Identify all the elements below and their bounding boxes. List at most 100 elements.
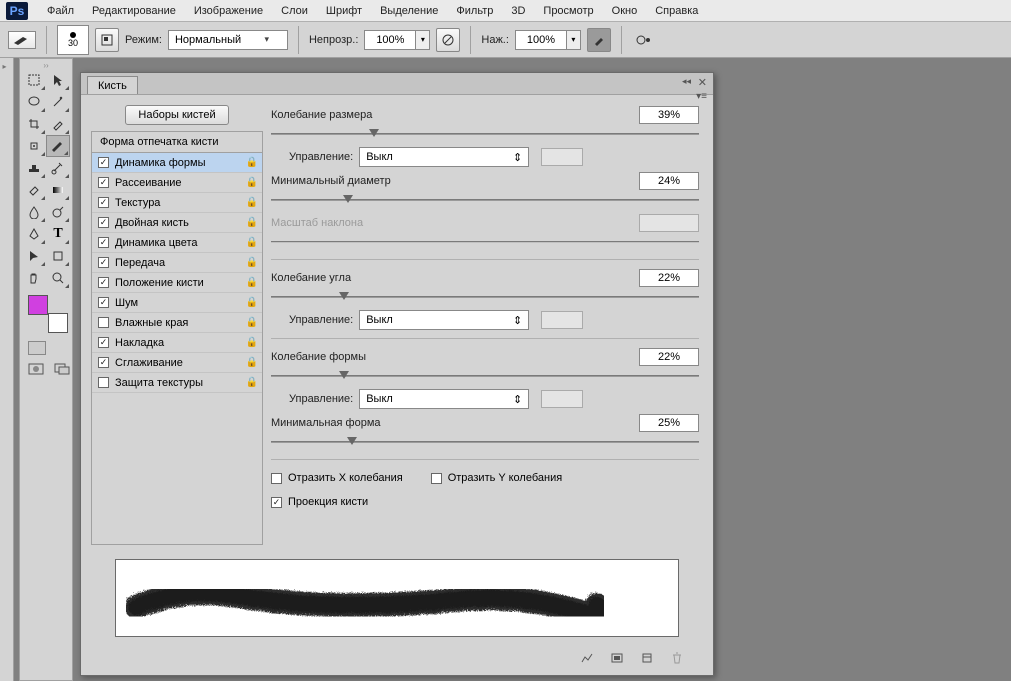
menu-layers[interactable]: Слои [272,2,317,20]
panel-menu-icon[interactable]: ▾≡ [696,91,707,102]
lock-icon[interactable]: 🔒 [246,357,258,368]
attr-row-11[interactable]: Защита текстуры🔒 [92,373,262,393]
tool-lasso[interactable] [22,91,46,113]
tool-pen[interactable] [22,223,46,245]
brush-panel-toggle[interactable] [95,28,119,52]
quickmask-icon[interactable] [28,363,44,375]
airbrush-icon[interactable] [587,28,611,52]
lock-icon[interactable]: 🔒 [246,377,258,388]
attr-checkbox[interactable] [98,357,109,368]
opacity-dropdown[interactable]: ▾ [416,30,430,50]
pressure-opacity-icon[interactable] [436,28,460,52]
menu-filter[interactable]: Фильтр [447,2,502,20]
menu-image[interactable]: Изображение [185,2,272,20]
attr-checkbox[interactable] [98,297,109,308]
tool-path-select[interactable] [22,245,46,267]
flow-dropdown[interactable]: ▾ [567,30,581,50]
lock-icon[interactable]: 🔒 [246,177,258,188]
attr-row-3[interactable]: Двойная кисть🔒 [92,213,262,233]
attr-row-8[interactable]: Влажные края🔒 [92,313,262,333]
menu-type[interactable]: Шрифт [317,2,371,20]
trash-icon[interactable] [669,651,685,665]
attr-checkbox[interactable] [98,177,109,188]
attr-row-4[interactable]: Динамика цвета🔒 [92,233,262,253]
attr-row-5[interactable]: Передача🔒 [92,253,262,273]
brush-projection-box[interactable] [271,497,282,508]
lock-icon[interactable]: 🔒 [246,337,258,348]
min-roundness-slider[interactable] [271,437,699,449]
menu-select[interactable]: Выделение [371,2,447,20]
brush-tip-shape-button[interactable]: Форма отпечатка кисти [91,131,263,152]
menu-edit[interactable]: Редактирование [83,2,185,20]
brush-presets-button[interactable]: Наборы кистей [125,105,228,125]
size-jitter-slider[interactable] [271,129,699,141]
tool-history-brush[interactable] [46,157,70,179]
control3-select[interactable]: Выкл⇕ [359,389,529,409]
attr-checkbox[interactable] [98,237,109,248]
brush-preset-picker[interactable]: 30 [57,25,89,55]
attr-row-1[interactable]: Рассеивание🔒 [92,173,262,193]
flip-x-box[interactable] [271,473,282,484]
attr-checkbox[interactable] [98,277,109,288]
roundness-jitter-input[interactable]: 22% [639,348,699,366]
foreground-color[interactable] [28,295,48,315]
lock-icon[interactable]: 🔒 [246,157,258,168]
attr-checkbox[interactable] [98,197,109,208]
tool-crop[interactable] [22,113,46,135]
attr-checkbox[interactable] [98,217,109,228]
opacity-input[interactable]: 100% [364,30,416,50]
lock-icon[interactable]: 🔒 [246,277,258,288]
tool-eraser[interactable] [22,179,46,201]
menu-file[interactable]: Файл [38,2,83,20]
panel-tab-brush[interactable]: Кисть [87,76,138,94]
flip-x-checkbox[interactable]: Отразить X колебания [271,472,403,484]
attr-row-0[interactable]: Динамика формы🔒 [92,153,262,173]
tool-preset-picker[interactable] [8,31,36,49]
tool-gradient[interactable] [46,179,70,201]
control1-select[interactable]: Выкл⇕ [359,147,529,167]
tool-marquee[interactable] [22,69,46,91]
tool-brush[interactable] [46,135,70,157]
flip-y-box[interactable] [431,473,442,484]
angle-jitter-slider[interactable] [271,292,699,304]
roundness-jitter-slider[interactable] [271,371,699,383]
min-roundness-input[interactable]: 25% [639,414,699,432]
color-swatches[interactable] [28,295,68,333]
tool-magic-wand[interactable] [46,91,70,113]
panel-collapse-icon[interactable]: ◂◂ [682,76,691,87]
dock-collapse-bar[interactable]: ▸ [0,58,14,681]
tool-type[interactable]: T [46,223,70,245]
background-color[interactable] [48,313,68,333]
tool-healing[interactable] [22,135,46,157]
toggle-preview-icon[interactable] [579,651,595,665]
flip-y-checkbox[interactable]: Отразить Y колебания [431,472,562,484]
tool-stamp[interactable] [22,157,46,179]
angle-jitter-input[interactable]: 22% [639,269,699,287]
tool-dodge[interactable] [46,201,70,223]
attr-row-10[interactable]: Сглаживание🔒 [92,353,262,373]
brush-projection-checkbox[interactable]: Проекция кисти [271,496,368,508]
lock-icon[interactable]: 🔒 [246,297,258,308]
attr-row-2[interactable]: Текстура🔒 [92,193,262,213]
flow-input[interactable]: 100% [515,30,567,50]
panel-close-icon[interactable]: ✕ [698,76,707,89]
screenmode-icon[interactable] [54,363,70,375]
min-diameter-input[interactable]: 24% [639,172,699,190]
attr-checkbox[interactable] [98,157,109,168]
size-jitter-input[interactable]: 39% [639,106,699,124]
tool-move[interactable] [46,69,70,91]
min-diameter-slider[interactable] [271,195,699,207]
tool-hand[interactable] [22,267,46,289]
lock-icon[interactable]: 🔒 [246,237,258,248]
default-colors-icon[interactable] [28,341,46,355]
attr-checkbox[interactable] [98,337,109,348]
tool-zoom[interactable] [46,267,70,289]
attr-row-9[interactable]: Накладка🔒 [92,333,262,353]
tool-eyedropper[interactable] [46,113,70,135]
attr-checkbox[interactable] [98,317,109,328]
pressure-size-icon[interactable] [632,28,656,52]
lock-icon[interactable]: 🔒 [246,197,258,208]
lock-icon[interactable]: 🔒 [246,257,258,268]
new-preset-icon[interactable] [609,651,625,665]
lock-icon[interactable]: 🔒 [246,217,258,228]
